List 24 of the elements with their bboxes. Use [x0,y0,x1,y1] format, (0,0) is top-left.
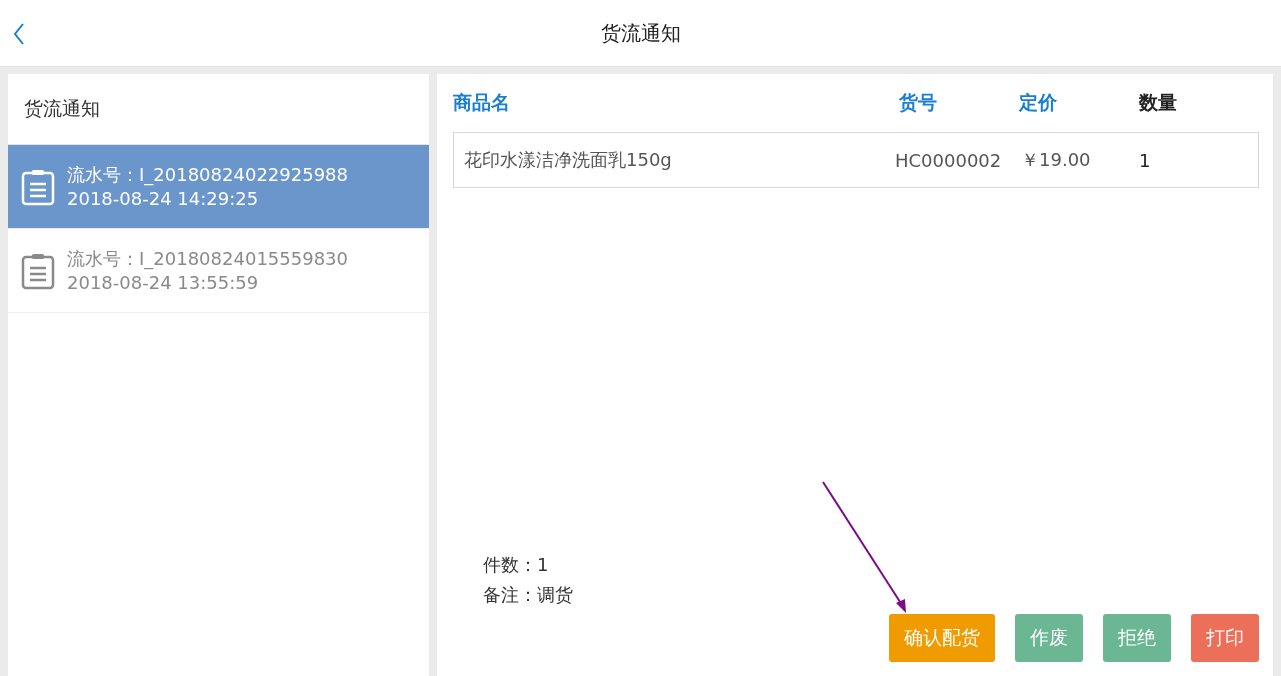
clipboard-icon [21,251,55,290]
action-button[interactable]: 确认配货 [889,614,995,662]
item-count: 件数：1 [483,553,550,577]
timestamp: 2018-08-24 13:55:59 [67,270,260,295]
table-cell-text: 1 [1139,149,1152,171]
back-icon[interactable] [13,23,25,45]
column-header: 数量 [1139,90,1178,115]
action-button[interactable]: 作废 [1015,614,1083,662]
table-cell-text: ￥19.00 [1021,148,1092,172]
clipboard-icon [21,167,55,206]
table-cell-text: 花印水漾洁净洗面乳150g [463,148,673,172]
column-header: 商品名 [453,90,511,115]
serial-number: 流水号：I_20180824022925988 [67,162,348,187]
page-title: 货流通知 [600,19,681,47]
column-header: 定价 [1019,90,1058,115]
table-cell-text: HC0000002 [895,149,1003,171]
timestamp: 2018-08-24 14:29:25 [67,186,260,211]
remark-text: 备注：调货 [483,583,573,607]
action-button[interactable]: 打印 [1191,614,1259,662]
column-header: 货号 [899,90,938,115]
serial-number: 流水号：I_20180824015559830 [67,246,348,271]
action-button[interactable]: 拒绝 [1103,614,1171,662]
record-item[interactable]: 流水号：I_20180824022925988 2018-08-24 14:29:25 [8,145,429,229]
record-item[interactable]: 流水号：I_20180824015559830 2018-08-24 13:55:59 [8,229,429,313]
